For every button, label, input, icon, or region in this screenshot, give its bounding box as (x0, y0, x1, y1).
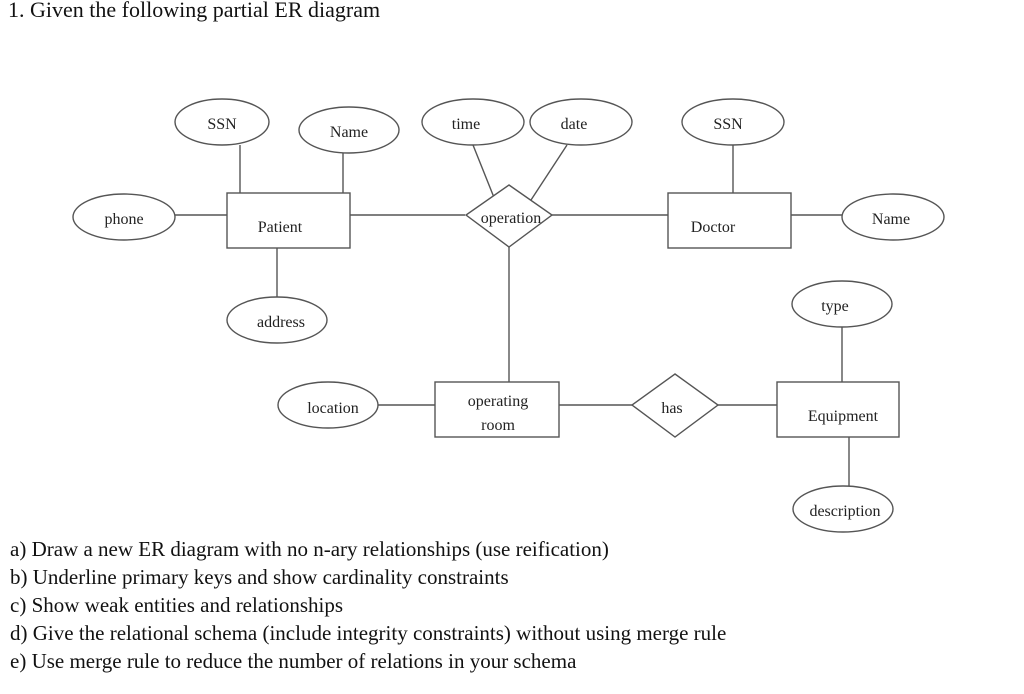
attribute-patient-ssn: SSN (174, 98, 270, 146)
svg-text:location: location (307, 400, 359, 417)
attribute-doctor-name: Name (841, 193, 945, 241)
svg-text:Doctor: Doctor (691, 219, 736, 236)
svg-text:Name: Name (330, 124, 368, 141)
attribute-patient-name: Name (298, 106, 400, 154)
entity-operating-room: operating room (434, 381, 560, 438)
er-diagram: SSN Name phone Patient address time date… (72, 98, 945, 533)
relationship-has: has (630, 373, 720, 438)
svg-text:SSN: SSN (713, 116, 743, 133)
attribute-operation-time: time (421, 98, 525, 146)
attribute-patient-address: address (226, 296, 328, 344)
svg-text:room: room (481, 417, 515, 434)
svg-text:operating: operating (468, 393, 528, 410)
svg-text:date: date (561, 116, 588, 133)
svg-text:Name: Name (872, 211, 910, 228)
svg-text:has: has (661, 400, 682, 417)
question-d: d) Give the relational schema (include i… (10, 621, 727, 645)
attribute-equipment-type: type (791, 280, 893, 328)
svg-text:operation: operation (481, 210, 541, 227)
attribute-patient-phone: phone (72, 193, 176, 241)
question-a: a) Draw a new ER diagram with no n-ary r… (10, 537, 609, 561)
question-c: c) Show weak entities and relationships (10, 593, 344, 617)
entity-doctor: Doctor (667, 192, 792, 249)
relationship-operation: operation (464, 184, 554, 248)
svg-text:Equipment: Equipment (808, 408, 879, 425)
entity-patient: Patient (226, 192, 351, 249)
connector-operation-time (472, 144, 496, 201)
svg-text:address: address (257, 314, 305, 331)
svg-text:Patient: Patient (258, 219, 303, 236)
question-list: a) Draw a new ER diagram with no n-ary r… (10, 535, 726, 675)
svg-text:description: description (809, 503, 880, 520)
question-e: e) Use merge rule to reduce the number o… (10, 649, 577, 673)
question-b: b) Underline primary keys and show cardi… (10, 565, 509, 589)
attribute-room-location: location (277, 381, 379, 429)
svg-text:phone: phone (104, 211, 143, 228)
attribute-operation-date: date (529, 98, 633, 146)
attribute-doctor-ssn: SSN (681, 98, 785, 146)
svg-text:time: time (452, 116, 480, 133)
connector-operation-date (530, 144, 568, 201)
svg-text:type: type (821, 298, 849, 315)
entity-equipment: Equipment (776, 381, 900, 438)
attribute-equipment-description: description (792, 485, 894, 533)
svg-text:SSN: SSN (207, 116, 237, 133)
